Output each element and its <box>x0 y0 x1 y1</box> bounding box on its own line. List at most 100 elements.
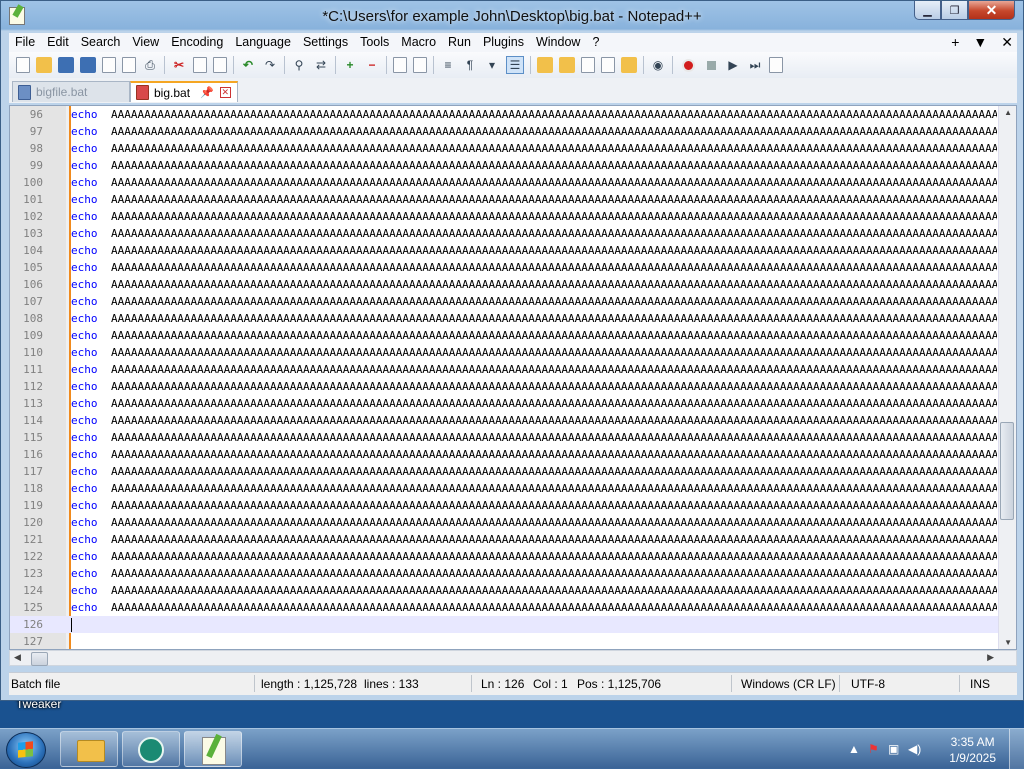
editor-line[interactable]: 127 <box>10 633 1000 649</box>
text-editor[interactable]: 96 echo AAAAAAAAAAAAAAAAAAAAAAAAAAAAAAAAAA… <box>9 105 1017 650</box>
menu-run[interactable]: Run <box>442 33 477 52</box>
menu-encoding[interactable]: Encoding <box>165 33 229 52</box>
editor-line[interactable]: 119 echo AAAAAAAAAAAAAAAAAAAAAAAAAAAAAAAAA… <box>10 497 1000 514</box>
vertical-scroll-thumb[interactable] <box>1000 422 1014 520</box>
editor-line[interactable]: 104 echo AAAAAAAAAAAAAAAAAAAAAAAAAAAAAAAAA… <box>10 242 1000 259</box>
editor-line[interactable]: 109 echo AAAAAAAAAAAAAAAAAAAAAAAAAAAAAAAAA… <box>10 327 1000 344</box>
stop-macro-icon[interactable] <box>707 60 716 70</box>
clock[interactable]: 3:35 AM 1/9/2025 <box>949 734 996 766</box>
taskbar-notepad-plus-plus[interactable] <box>184 731 242 767</box>
horizontal-scroll-thumb[interactable] <box>31 652 48 666</box>
maximize-button[interactable]: ❐ <box>941 1 968 20</box>
status-insert-mode[interactable]: INS <box>970 677 990 691</box>
replace-icon[interactable]: ⇄ <box>313 57 329 73</box>
sync-horizontal-icon[interactable] <box>413 57 427 73</box>
zoom-out-icon[interactable]: − <box>364 57 380 73</box>
show-hidden-icons-icon[interactable]: ▲ <box>848 742 860 756</box>
menu-language[interactable]: Language <box>229 33 297 52</box>
editor-line[interactable]: 120 echo AAAAAAAAAAAAAAAAAAAAAAAAAAAAAAAAA… <box>10 514 1000 531</box>
menu-plugins[interactable]: Plugins <box>477 33 530 52</box>
indent-guide-icon[interactable]: ☰ <box>506 56 524 74</box>
toolbar-dropdown-icon[interactable]: ▾ <box>484 57 500 73</box>
save-all-icon[interactable] <box>80 57 96 73</box>
menu-edit[interactable]: Edit <box>41 33 75 52</box>
document-map-icon[interactable] <box>559 57 575 73</box>
find-icon[interactable]: ⚲ <box>291 57 307 73</box>
run-macro-multiple-icon[interactable]: ⏭ <box>747 57 763 73</box>
editor-line[interactable]: 96 echo AAAAAAAAAAAAAAAAAAAAAAAAAAAAAAAAAA… <box>10 106 1000 123</box>
menu-search[interactable]: Search <box>75 33 127 52</box>
menu-file[interactable]: File <box>9 33 41 52</box>
editor-line[interactable]: 100 echo AAAAAAAAAAAAAAAAAAAAAAAAAAAAAAAAA… <box>10 174 1000 191</box>
editor-line[interactable]: 97 echo AAAAAAAAAAAAAAAAAAAAAAAAAAAAAAAAAA… <box>10 123 1000 140</box>
menu-view[interactable]: View <box>126 33 165 52</box>
minimize-button[interactable]: ▁ <box>914 1 941 20</box>
menu-window[interactable]: Window <box>530 33 586 52</box>
scroll-left-icon[interactable]: ◀ <box>14 652 21 663</box>
status-encoding[interactable]: UTF-8 <box>851 677 885 691</box>
menu-settings[interactable]: Settings <box>297 33 354 52</box>
save-macro-icon[interactable] <box>769 57 783 73</box>
document-list-icon[interactable] <box>581 57 595 73</box>
menu-tools[interactable]: Tools <box>354 33 395 52</box>
editor-line[interactable]: 105 echo AAAAAAAAAAAAAAAAAAAAAAAAAAAAAAAAA… <box>10 259 1000 276</box>
scroll-right-icon[interactable]: ▶ <box>987 652 994 663</box>
word-wrap-icon[interactable]: ≡ <box>440 57 456 73</box>
tab-close-icon[interactable]: ✕ <box>219 87 231 98</box>
editor-line[interactable]: 122 echo AAAAAAAAAAAAAAAAAAAAAAAAAAAAAAAAA… <box>10 548 1000 565</box>
menu-help[interactable]: ? <box>586 33 605 52</box>
folder-workspace-icon[interactable] <box>621 57 637 73</box>
editor-line[interactable]: 112 echo AAAAAAAAAAAAAAAAAAAAAAAAAAAAAAAAA… <box>10 378 1000 395</box>
editor-line[interactable]: 121 echo AAAAAAAAAAAAAAAAAAAAAAAAAAAAAAAAA… <box>10 531 1000 548</box>
taskbar-file-explorer[interactable] <box>60 731 118 767</box>
editor-line[interactable]: 118 echo AAAAAAAAAAAAAAAAAAAAAAAAAAAAAAAAA… <box>10 480 1000 497</box>
cut-icon[interactable]: ✂ <box>171 57 187 73</box>
menu-macro[interactable]: Macro <box>395 33 442 52</box>
scroll-down-icon[interactable]: ▼ <box>1004 638 1012 647</box>
editor-line[interactable]: 108 echo AAAAAAAAAAAAAAAAAAAAAAAAAAAAAAAAA… <box>10 310 1000 327</box>
open-file-icon[interactable] <box>36 57 52 73</box>
start-button[interactable] <box>6 732 46 768</box>
close-button[interactable]: ✕ <box>968 1 1015 20</box>
scroll-up-icon[interactable]: ▲ <box>1004 108 1012 117</box>
play-macro-icon[interactable]: ▶ <box>725 57 741 73</box>
editor-line[interactable]: 115 echo AAAAAAAAAAAAAAAAAAAAAAAAAAAAAAAAA… <box>10 429 1000 446</box>
editor-line[interactable]: 99 echo AAAAAAAAAAAAAAAAAAAAAAAAAAAAAAAAAA… <box>10 157 1000 174</box>
tab-big-bat[interactable]: big.bat 📌 ✕ <box>130 81 238 102</box>
editor-line[interactable]: 126 <box>10 616 1000 633</box>
print-icon[interactable]: ⎙ <box>142 57 158 73</box>
volume-icon[interactable]: ◀) <box>908 742 921 756</box>
sync-vertical-icon[interactable] <box>393 57 407 73</box>
monitoring-icon[interactable]: ◉ <box>650 57 666 73</box>
tab-bigfile-bat[interactable]: bigfile.bat <box>12 81 130 102</box>
editor-line[interactable]: 125 echo AAAAAAAAAAAAAAAAAAAAAAAAAAAAAAAAA… <box>10 599 1000 616</box>
record-macro-icon[interactable] <box>682 58 695 72</box>
action-center-icon[interactable]: ⚑ <box>868 742 879 756</box>
undo-icon[interactable]: ↶ <box>240 57 256 73</box>
editor-line[interactable]: 98 echo AAAAAAAAAAAAAAAAAAAAAAAAAAAAAAAAAA… <box>10 140 1000 157</box>
vertical-scrollbar[interactable]: ▲ ▼ <box>998 106 1016 649</box>
editor-line[interactable]: 123 echo AAAAAAAAAAAAAAAAAAAAAAAAAAAAAAAAA… <box>10 565 1000 582</box>
save-icon[interactable] <box>58 57 74 73</box>
add-tab-button[interactable]: + <box>951 33 959 52</box>
editor-line[interactable]: 102 echo AAAAAAAAAAAAAAAAAAAAAAAAAAAAAAAAA… <box>10 208 1000 225</box>
close-all-icon[interactable] <box>122 57 136 73</box>
close-file-icon[interactable] <box>102 57 116 73</box>
copy-icon[interactable] <box>193 57 207 73</box>
editor-line[interactable]: 114 echo AAAAAAAAAAAAAAAAAAAAAAAAAAAAAAAAA… <box>10 412 1000 429</box>
editor-line[interactable]: 110 echo AAAAAAAAAAAAAAAAAAAAAAAAAAAAAAAAA… <box>10 344 1000 361</box>
editor-line[interactable]: 116 echo AAAAAAAAAAAAAAAAAAAAAAAAAAAAAAAAA… <box>10 446 1000 463</box>
network-icon[interactable]: ▣ <box>888 742 899 756</box>
editor-line[interactable]: 106 echo AAAAAAAAAAAAAAAAAAAAAAAAAAAAAAAAA… <box>10 276 1000 293</box>
editor-line[interactable]: 124 echo AAAAAAAAAAAAAAAAAAAAAAAAAAAAAAAAA… <box>10 582 1000 599</box>
editor-line[interactable]: 103 echo AAAAAAAAAAAAAAAAAAAAAAAAAAAAAAAAA… <box>10 225 1000 242</box>
close-document-button[interactable]: ✕ <box>1001 33 1013 52</box>
pin-icon[interactable]: 📌 <box>200 86 214 99</box>
tab-list-dropdown[interactable]: ▼ <box>973 33 987 52</box>
editor-line[interactable]: 101 echo AAAAAAAAAAAAAAAAAAAAAAAAAAAAAAAAA… <box>10 191 1000 208</box>
title-bar[interactable]: *C:\Users\for example John\Desktop\big.b… <box>1 1 1023 33</box>
editor-line[interactable]: 111 echo AAAAAAAAAAAAAAAAAAAAAAAAAAAAAAAAA… <box>10 361 1000 378</box>
show-all-chars-icon[interactable]: ¶ <box>462 57 478 73</box>
show-desktop-button[interactable] <box>1009 729 1024 769</box>
editor-line[interactable]: 107 echo AAAAAAAAAAAAAAAAAAAAAAAAAAAAAAAAA… <box>10 293 1000 310</box>
